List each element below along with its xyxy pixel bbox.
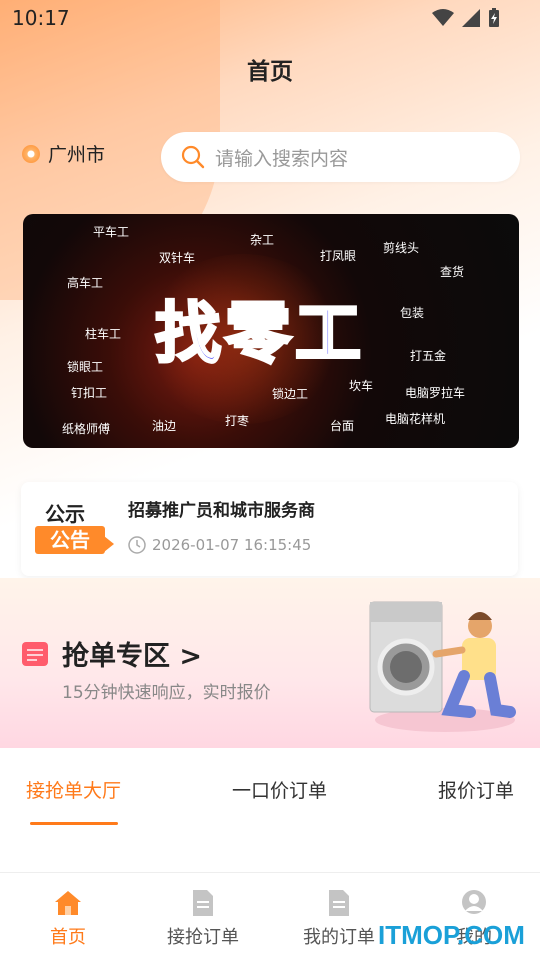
banner-tag: 钉扣工: [71, 386, 108, 400]
search-bar[interactable]: 请输入搜索内容: [161, 132, 520, 182]
grab-zone-title: 抢单专区 >: [62, 641, 203, 672]
search-icon: [181, 145, 205, 169]
banner-tag: 油边: [152, 419, 177, 433]
banner-tag: 杂工: [250, 233, 275, 247]
nav-my-orders-label: 我的订单: [303, 927, 375, 948]
banner-tag: 包装: [400, 306, 425, 320]
nav-my-orders[interactable]: 我的订单: [289, 889, 389, 949]
battery-icon: [489, 8, 499, 27]
status-bar: 10:17: [0, 0, 540, 36]
banner-tag: 剪线头: [383, 241, 420, 255]
banner-tag: 坎车: [349, 379, 374, 393]
notice-badge: 公告: [35, 526, 114, 554]
watermark-text: ITMOP.COM: [378, 920, 525, 950]
user-icon: [462, 890, 486, 914]
promo-banner[interactable]: 平车工 杂工 双针车 打凤眼 剪线头 查货 高车工 包装 柱车工 打五金 锁眼工…: [23, 214, 519, 448]
order-tabs: 接抢单大厅 一口价订单 报价订单: [0, 748, 540, 828]
banner-tag: 双针车: [159, 251, 196, 265]
city-label: 广州市: [48, 144, 106, 166]
banner-tag: 高车工: [67, 276, 104, 290]
nav-grab-orders-label: 接抢订单: [167, 927, 239, 948]
nav-grab-orders[interactable]: 接抢订单: [153, 889, 253, 949]
signal-icon: [462, 9, 480, 27]
grab-order-zone[interactable]: 抢单专区 > 15分钟快速响应，实时报价: [0, 578, 540, 748]
notice-label-top: 公示: [45, 502, 85, 526]
banner-tag: 查货: [440, 265, 465, 279]
tab-fixed-price[interactable]: 一口价订单: [232, 776, 327, 803]
home-icon: [55, 891, 81, 915]
notice-time: 2026-01-07 16:15:45: [128, 536, 311, 554]
status-time: 10:17: [12, 6, 70, 30]
tab-quote-orders[interactable]: 报价订单: [438, 776, 514, 803]
banner-tag: 电脑花样机: [385, 412, 446, 426]
search-placeholder: 请输入搜索内容: [215, 147, 349, 170]
wifi-icon: [432, 9, 454, 26]
banner-tag: 纸格师傅: [62, 422, 111, 436]
grab-zone-subtitle: 15分钟快速响应，实时报价: [62, 683, 271, 703]
document-icon: [193, 890, 213, 916]
banner-tag: 打五金: [410, 349, 447, 363]
notice-title: 招募推广员和城市服务商: [128, 501, 315, 521]
notice-timestamp: 2026-01-07 16:15:45: [152, 536, 312, 554]
banner-headline: 找零工: [154, 294, 365, 374]
status-icons: [432, 8, 500, 28]
nav-home-label: 首页: [50, 927, 86, 948]
banner-tag: 锁边工: [272, 387, 309, 401]
clock-icon: [128, 536, 146, 554]
banner-tag: 柱车工: [85, 327, 122, 341]
city-selector[interactable]: 广州市: [22, 140, 105, 167]
notice-card[interactable]: 公示 公告 招募推广员和城市服务商 2026-01-07 16:15:45: [21, 482, 518, 576]
active-tab-indicator: [30, 822, 118, 825]
washing-machine-repair-illustration: [369, 601, 516, 732]
banner-tag: 打凤眼: [320, 249, 357, 263]
banner-tag: 台面: [330, 419, 355, 433]
nav-home[interactable]: 首页: [18, 889, 118, 949]
page-title: 首页: [247, 59, 293, 85]
ticket-icon: [22, 642, 48, 666]
location-icon: [22, 144, 40, 163]
banner-tag: 电脑罗拉车: [405, 386, 466, 400]
tab-grab-hall[interactable]: 接抢单大厅: [26, 776, 121, 803]
banner-tag: 锁眼工: [67, 360, 104, 374]
banner-tag: 打枣: [225, 414, 250, 428]
document-icon: [329, 890, 349, 916]
banner-tag: 平车工: [93, 225, 130, 239]
